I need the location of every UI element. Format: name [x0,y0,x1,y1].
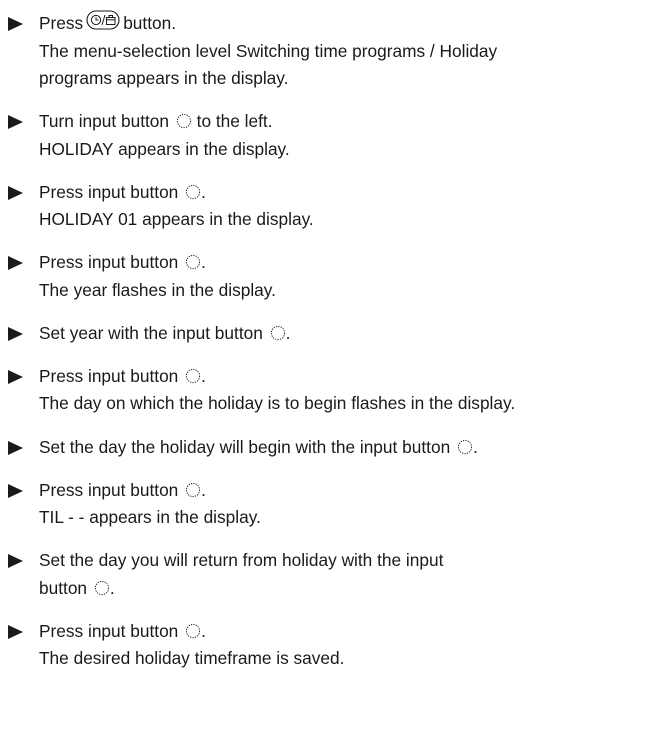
step-instruction: Set the day you will return from holiday… [39,550,444,571]
input-knob-icon [185,623,201,639]
step-1: Press button. The menu-selection level Sw… [8,10,648,93]
clock-holiday-button-icon [86,10,120,30]
step-instruction: Set the day the holiday will begin with … [39,436,478,457]
step-instruction: Press button. [39,10,648,38]
step-8: Press input button . TIL - - appears in … [8,477,648,532]
bullet-arrow-icon [8,185,23,200]
step-result: HOLIDAY 01 appears in the display. [39,209,314,230]
step-result: The day on which the holiday is to begin… [39,393,516,414]
step-2: Turn input button to the left. HOLIDAY a… [8,108,648,163]
step-result: HOLIDAY appears in the display. [39,138,290,159]
step-instruction: Set year with the input button . [39,322,291,343]
bullet-arrow-icon [8,326,23,341]
step-instruction: Press input button . [39,181,206,202]
bullet-arrow-icon [8,624,23,639]
step-instruction: Press input button . [39,252,206,273]
bullet-arrow-icon [8,440,23,455]
step-result: The desired holiday timeframe is saved. [39,648,345,669]
step-3: Press input button . HOLIDAY 01 appears … [8,179,648,234]
input-knob-icon [270,325,286,341]
step-9: Set the day you will return from holiday… [8,547,648,602]
step-instruction: Press input button . [39,479,206,500]
input-knob-icon [185,368,201,384]
step-result: The year flashes in the display. [39,279,276,300]
step-instruction: Press input button . [39,365,206,386]
bullet-arrow-icon [8,483,23,498]
step-instruction-continued: button . [39,577,115,598]
input-knob-icon [185,482,201,498]
input-knob-icon [185,184,201,200]
bullet-arrow-icon [8,115,23,130]
bullet-arrow-icon [8,256,23,271]
step-instruction: Press input button . [39,620,206,641]
step-instruction: Turn input button to the left. [39,111,273,132]
step-result: TIL - - appears in the display. [39,507,261,528]
bullet-arrow-icon [8,369,23,384]
bullet-arrow-icon [8,17,23,31]
input-knob-icon [185,254,201,270]
input-knob-icon [457,439,473,455]
step-5: Set year with the input button . [8,320,648,348]
step-result: The menu-selection level Switching time … [39,40,498,61]
input-knob-icon [176,113,192,129]
step-4: Press input button . The year flashes in… [8,249,648,304]
bullet-arrow-icon [8,554,23,569]
instruction-steps: Press button. The menu-selection level Sw… [8,10,648,673]
step-6: Press input button . The day on which th… [8,363,648,418]
step-7: Set the day the holiday will begin with … [8,434,648,462]
input-knob-icon [94,580,110,596]
step-10: Press input button . The desired holiday… [8,618,648,673]
step-result: programs appears in the display. [39,68,289,88]
